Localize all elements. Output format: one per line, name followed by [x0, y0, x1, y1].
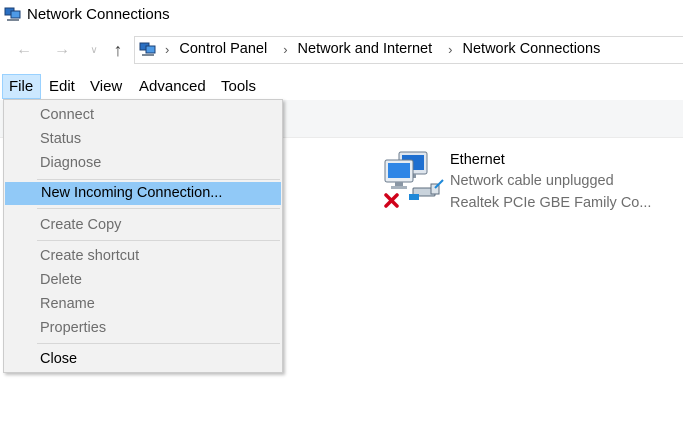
breadcrumb-chevron-icon[interactable]: ›	[165, 42, 169, 57]
network-adapter-disconnected-icon	[384, 151, 444, 208]
menu-item-properties[interactable]: Properties	[5, 317, 281, 340]
menu-file[interactable]: File	[2, 74, 41, 99]
menu-tools[interactable]: Tools	[215, 74, 262, 99]
recent-locations-icon[interactable]: ∨	[84, 40, 104, 60]
menu-item-create-shortcut[interactable]: Create shortcut	[5, 245, 281, 268]
menu-separator	[37, 240, 280, 241]
menu-advanced[interactable]: Advanced	[133, 74, 212, 99]
menu-item-close[interactable]: Close	[5, 348, 281, 371]
menu-view[interactable]: View	[84, 74, 128, 99]
breadcrumb-chevron-icon[interactable]: ›	[283, 42, 287, 57]
network-folder-icon	[139, 42, 156, 56]
menu-item-delete[interactable]: Delete	[5, 269, 281, 292]
breadcrumb: › Control Panel › Network and Internet ›…	[165, 41, 600, 57]
adapter-ethernet[interactable]: Ethernet Network cable unplugged Realtek…	[383, 150, 683, 214]
menu-item-create-copy[interactable]: Create Copy	[5, 214, 281, 237]
breadcrumb-control-panel[interactable]: Control Panel	[179, 41, 267, 57]
menu-item-new-incoming-connection[interactable]: New Incoming Connection...	[5, 182, 281, 205]
back-arrow-icon[interactable]: ←	[14, 40, 34, 60]
adapter-name: Ethernet	[450, 152, 505, 168]
menu-bar: File Edit View Advanced Tools	[0, 74, 683, 99]
menu-separator	[37, 343, 280, 344]
breadcrumb-chevron-icon[interactable]: ›	[448, 42, 452, 57]
breadcrumb-network-connections[interactable]: Network Connections	[463, 41, 601, 57]
navigation-bar: ← → ∨ ↑ › Control Panel › Network and In…	[0, 34, 683, 66]
title-bar: Network Connections	[0, 0, 683, 32]
menu-item-status[interactable]: Status	[5, 128, 281, 151]
menu-item-rename[interactable]: Rename	[5, 293, 281, 316]
adapter-device-name: Realtek PCIe GBE Family Co...	[450, 195, 652, 211]
forward-arrow-icon[interactable]: →	[52, 40, 72, 60]
adapter-status: Network cable unplugged	[450, 173, 614, 189]
menu-item-connect[interactable]: Connect	[5, 104, 281, 127]
up-arrow-icon[interactable]: ↑	[108, 40, 128, 60]
menu-separator	[37, 208, 280, 209]
menu-item-diagnose[interactable]: Diagnose	[5, 152, 281, 175]
file-menu-dropdown: Connect Status Diagnose New Incoming Con…	[3, 99, 283, 373]
address-bar[interactable]: › Control Panel › Network and Internet ›…	[134, 36, 683, 64]
window-title: Network Connections	[27, 6, 170, 23]
menu-edit[interactable]: Edit	[43, 74, 81, 99]
breadcrumb-network-and-internet[interactable]: Network and Internet	[298, 41, 433, 57]
menu-separator	[37, 179, 280, 180]
network-connections-icon	[4, 7, 21, 21]
